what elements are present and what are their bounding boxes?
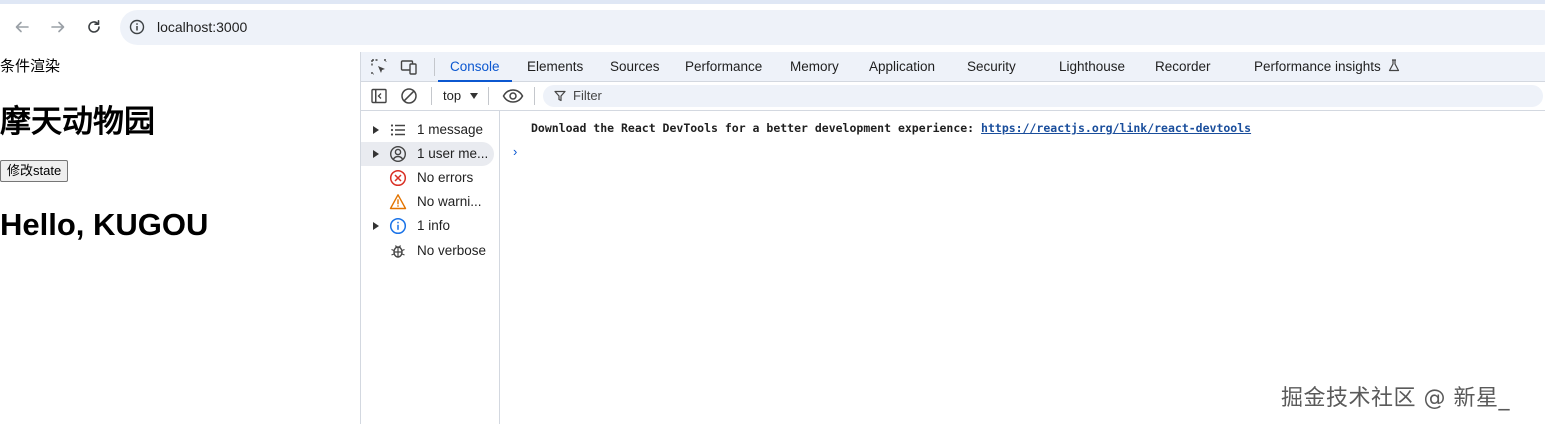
sidebar-item-label: 1 message: [417, 122, 484, 137]
tab-performance[interactable]: Performance: [685, 52, 762, 82]
tab-elements[interactable]: Elements: [527, 52, 583, 82]
context-selector[interactable]: top: [443, 88, 479, 103]
console-output: Download the React DevTools for a better…: [501, 111, 1545, 424]
sidebar-item-info[interactable]: 1 info: [361, 214, 500, 238]
arrow-left-icon: [15, 21, 29, 33]
expand-arrow-icon[interactable]: [373, 222, 379, 230]
arrow-right-icon: [51, 21, 65, 33]
tab-application[interactable]: Application: [869, 52, 935, 82]
console-message-text: Download the React DevTools for a better…: [531, 121, 982, 135]
info-icon: [389, 217, 407, 235]
url-text: localhost:3000: [157, 19, 248, 35]
clear-console-icon[interactable]: [400, 87, 418, 105]
tab-bar-divider: [434, 58, 435, 76]
expand-arrow-icon[interactable]: [373, 126, 379, 134]
toolbar-divider-2: [488, 87, 489, 105]
filter-placeholder: Filter: [573, 88, 602, 103]
page-caption: 条件渲染: [0, 58, 61, 75]
devtools-panel: Console Elements Sources Performance Mem…: [360, 52, 1545, 424]
tab-console[interactable]: Console: [438, 52, 511, 82]
devtools-tab-bar: Console Elements Sources Performance Mem…: [361, 52, 1545, 82]
tab-strip-edge: [0, 0, 1545, 4]
console-toolbar: top Filter: [361, 82, 1545, 111]
tab-performance-insights-label: Performance insights: [1254, 59, 1381, 74]
live-expression-eye-icon[interactable]: [502, 87, 524, 105]
sidebar-item-errors[interactable]: No errors: [361, 166, 500, 190]
reload-button[interactable]: [82, 15, 106, 39]
sidebar-item-user-messages[interactable]: 1 user me...: [361, 142, 494, 166]
list-icon: [390, 124, 405, 136]
modify-state-button[interactable]: 修改state: [0, 160, 69, 182]
inspect-element-icon[interactable]: [370, 58, 388, 76]
sidebar-item-label: No warni...: [417, 194, 482, 209]
console-message: Download the React DevTools for a better…: [531, 121, 1251, 135]
tab-memory[interactable]: Memory: [790, 52, 839, 82]
tab-performance-insights[interactable]: Performance insights: [1254, 52, 1400, 82]
sidebar-item-label: No verbose: [417, 243, 487, 258]
caret-down-icon: [469, 93, 478, 99]
react-devtools-link[interactable]: https://reactjs.org/link/react-devtools: [981, 121, 1251, 135]
toolbar-divider: [431, 87, 432, 105]
console-prompt[interactable]: ›: [513, 144, 517, 159]
error-icon: [389, 169, 407, 187]
tab-sources[interactable]: Sources: [610, 52, 660, 82]
sidebar-item-verbose[interactable]: No verbose: [361, 239, 500, 263]
watermark: 掘金技术社区 @ 新星_: [1281, 386, 1510, 411]
greeting-heading: Hello, KUGOU: [0, 207, 209, 242]
user-icon: [389, 145, 407, 163]
tab-recorder[interactable]: Recorder: [1155, 52, 1211, 82]
expand-arrow-icon[interactable]: [373, 150, 379, 158]
device-toolbar-icon[interactable]: [400, 58, 418, 76]
site-info-icon[interactable]: [129, 19, 145, 35]
sidebar-item-label: 1 info: [417, 218, 451, 233]
toolbar-divider-3: [534, 87, 535, 105]
tab-lighthouse[interactable]: Lighthouse: [1059, 52, 1125, 82]
sidebar-item-messages[interactable]: 1 message: [361, 118, 500, 142]
page-title: 摩天动物园: [0, 104, 155, 139]
browser-toolbar: localhost:3000: [0, 0, 1545, 52]
reload-icon: [88, 20, 100, 33]
warning-icon: [389, 194, 407, 210]
filter-icon: [554, 90, 566, 102]
context-selector-label: top: [443, 88, 462, 103]
sidebar-item-warnings[interactable]: No warni...: [361, 190, 500, 214]
sidebar-toggle-icon[interactable]: [370, 87, 388, 105]
sidebar-item-label: 1 user me...: [417, 146, 489, 161]
console-sidebar: 1 message 1 user me... No errors No warn…: [361, 111, 500, 424]
experiment-flask-icon: [1388, 59, 1399, 72]
console-filter-input[interactable]: Filter: [543, 85, 1543, 107]
back-button[interactable]: [10, 15, 34, 39]
page-viewport: 条件渲染 摩天动物园 修改state Hello, KUGOU: [0, 52, 360, 424]
tab-security[interactable]: Security: [967, 52, 1016, 82]
sidebar-item-label: No errors: [417, 170, 474, 185]
address-bar[interactable]: localhost:3000: [120, 10, 1545, 45]
bug-icon: [391, 245, 405, 258]
forward-button[interactable]: [46, 15, 70, 39]
